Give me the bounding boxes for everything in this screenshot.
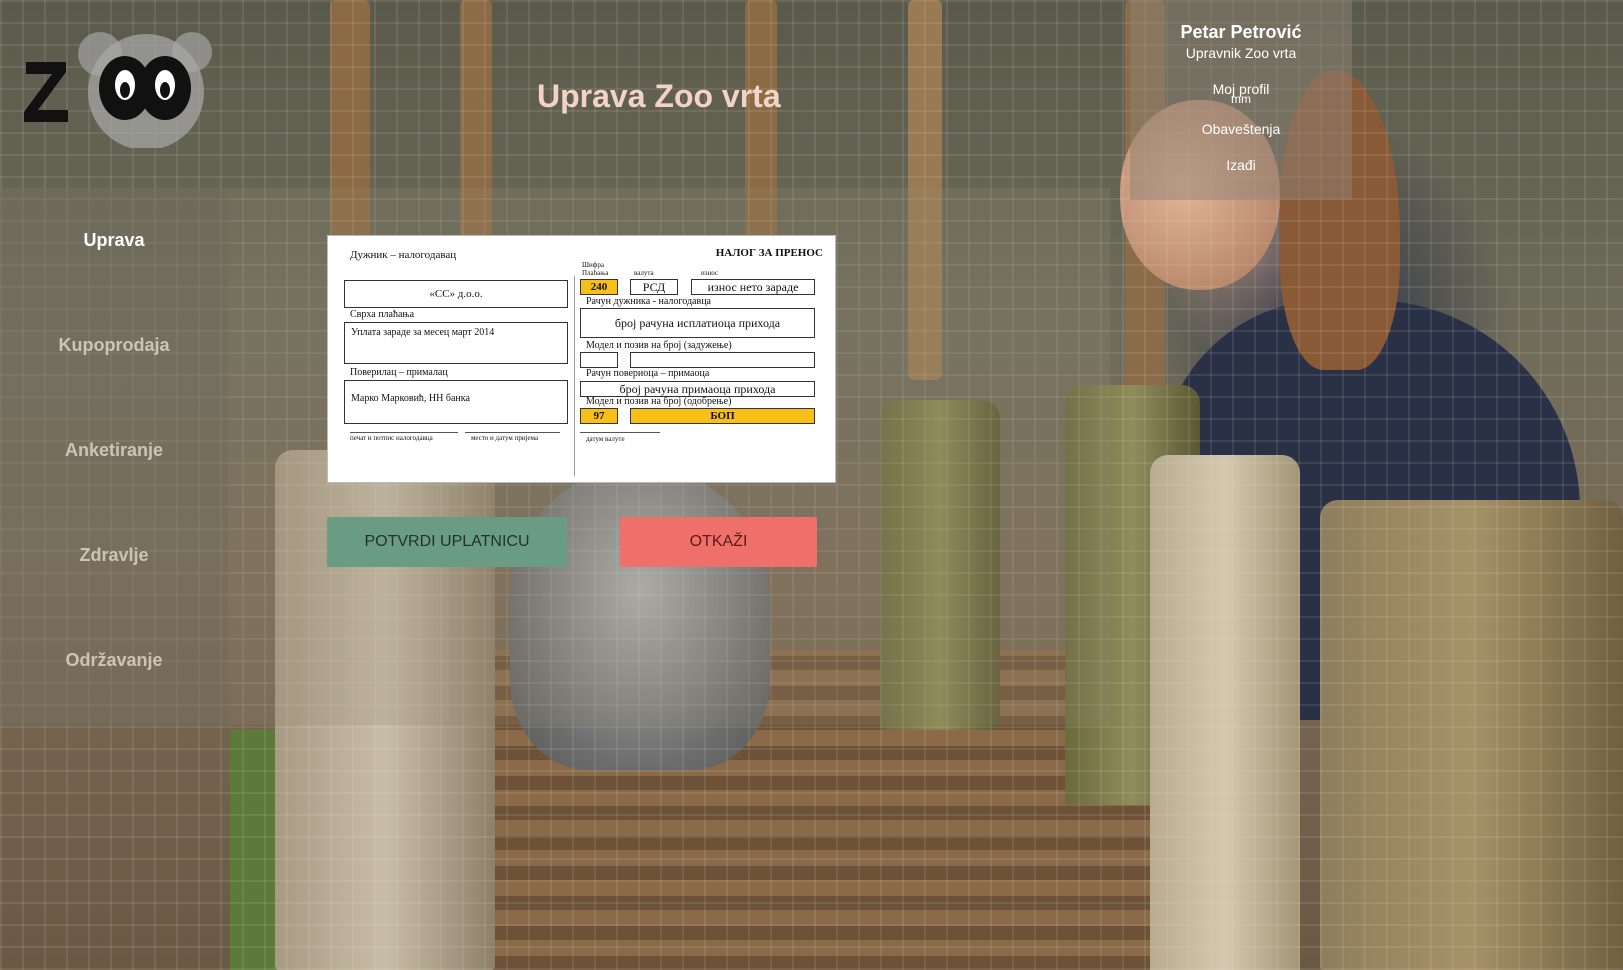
sidebar-item-uprava[interactable]: Uprava: [0, 188, 228, 293]
cancel-button[interactable]: OTKAŽI: [620, 517, 817, 567]
amount-value: износ нето зараде: [707, 280, 799, 294]
user-panel: Petar Petrović Upravnik Zoo vrta Moj pro…: [1130, 0, 1352, 200]
creditor-account-label: Рачун повериоца – примаоца: [586, 368, 710, 379]
purpose-label: Сврха плаћања: [350, 309, 415, 320]
place-date-label: место и датум пријема: [471, 434, 539, 442]
sidebar: Uprava Kupoprodaja Anketiranje Zdravlje …: [0, 188, 228, 725]
slip-title: НАЛОГ ЗА ПРЕНОС: [715, 247, 823, 259]
currency-value: РСД: [642, 280, 666, 294]
model-credit-field: 97: [580, 408, 618, 424]
model-value: 97: [593, 410, 605, 422]
code-label-1: Шифра: [582, 261, 604, 269]
payer-account-label: Рачун дужника - налогодавца: [586, 296, 711, 307]
currency-field: РСД: [630, 279, 678, 295]
page-title: Uprava Zoo vrta: [537, 78, 781, 114]
amount-field: износ нето зараде: [691, 279, 815, 295]
sign-label: печат и потпис налогодавца: [350, 434, 433, 442]
model-debit-label: Модел и позив на број (задужење): [586, 340, 732, 351]
sidebar-item-odrzavanje[interactable]: Održavanje: [0, 608, 228, 713]
payment-slip: Дужник – налогодавац НАЛОГ ЗА ПРЕНОС «СС…: [327, 235, 836, 483]
notifications-link[interactable]: Obaveštenja: [1130, 121, 1352, 137]
recipient-label: Поверилац – прималац: [350, 367, 448, 378]
purpose-value: Уплата зараде за месец март 2014: [351, 327, 495, 338]
recipient-value: Марко Марковић, НН банка: [351, 393, 470, 404]
model-debit-field: [580, 352, 618, 368]
amount-label: износ: [701, 269, 719, 277]
zoo-logo[interactable]: [22, 30, 212, 150]
sidebar-item-zdravlje[interactable]: Zdravlje: [0, 503, 228, 608]
payer-account-value: број рачуна исплатиоца прихода: [614, 316, 781, 330]
code-value: 240: [590, 281, 608, 293]
creditor-account-value: број рачуна примаоца прихода: [619, 382, 776, 396]
reference-credit-field: БОП: [630, 408, 815, 424]
purpose-field: Уплата зараде за месец март 2014: [344, 322, 568, 364]
payer-value: «СС» д.о.о.: [429, 288, 483, 300]
creditor-account-field: број рачуна примаоца прихода: [580, 381, 815, 397]
reference-value: БОП: [710, 410, 735, 422]
logout-link[interactable]: Izađi: [1130, 157, 1352, 173]
reference-debit-field: [630, 352, 815, 368]
model-credit-label: Модел и позив на број (одобрење): [586, 396, 732, 407]
sidebar-item-anketiranje[interactable]: Anketiranje: [0, 398, 228, 503]
currency-label: валута: [634, 269, 654, 277]
payer-account-field: број рачуна исплатиоца прихода: [580, 308, 815, 338]
recipient-field: Марко Марковић, НН банка: [344, 380, 568, 424]
overlap-text: mm: [1231, 92, 1251, 106]
value-date-label: датум валуте: [586, 435, 625, 443]
confirm-payment-button[interactable]: POTVRDI UPLATNICU: [327, 517, 567, 567]
user-name: Petar Petrović: [1180, 22, 1302, 42]
payer-field: «СС» д.о.о.: [344, 280, 568, 308]
sidebar-item-kupoprodaja[interactable]: Kupoprodaja: [0, 293, 228, 398]
user-role: Upravnik Zoo vrta: [1185, 45, 1297, 61]
code-field: 240: [580, 279, 618, 295]
code-label-2: Плаћања: [582, 269, 609, 277]
payer-label: Дужник – налогодавац: [350, 249, 457, 261]
